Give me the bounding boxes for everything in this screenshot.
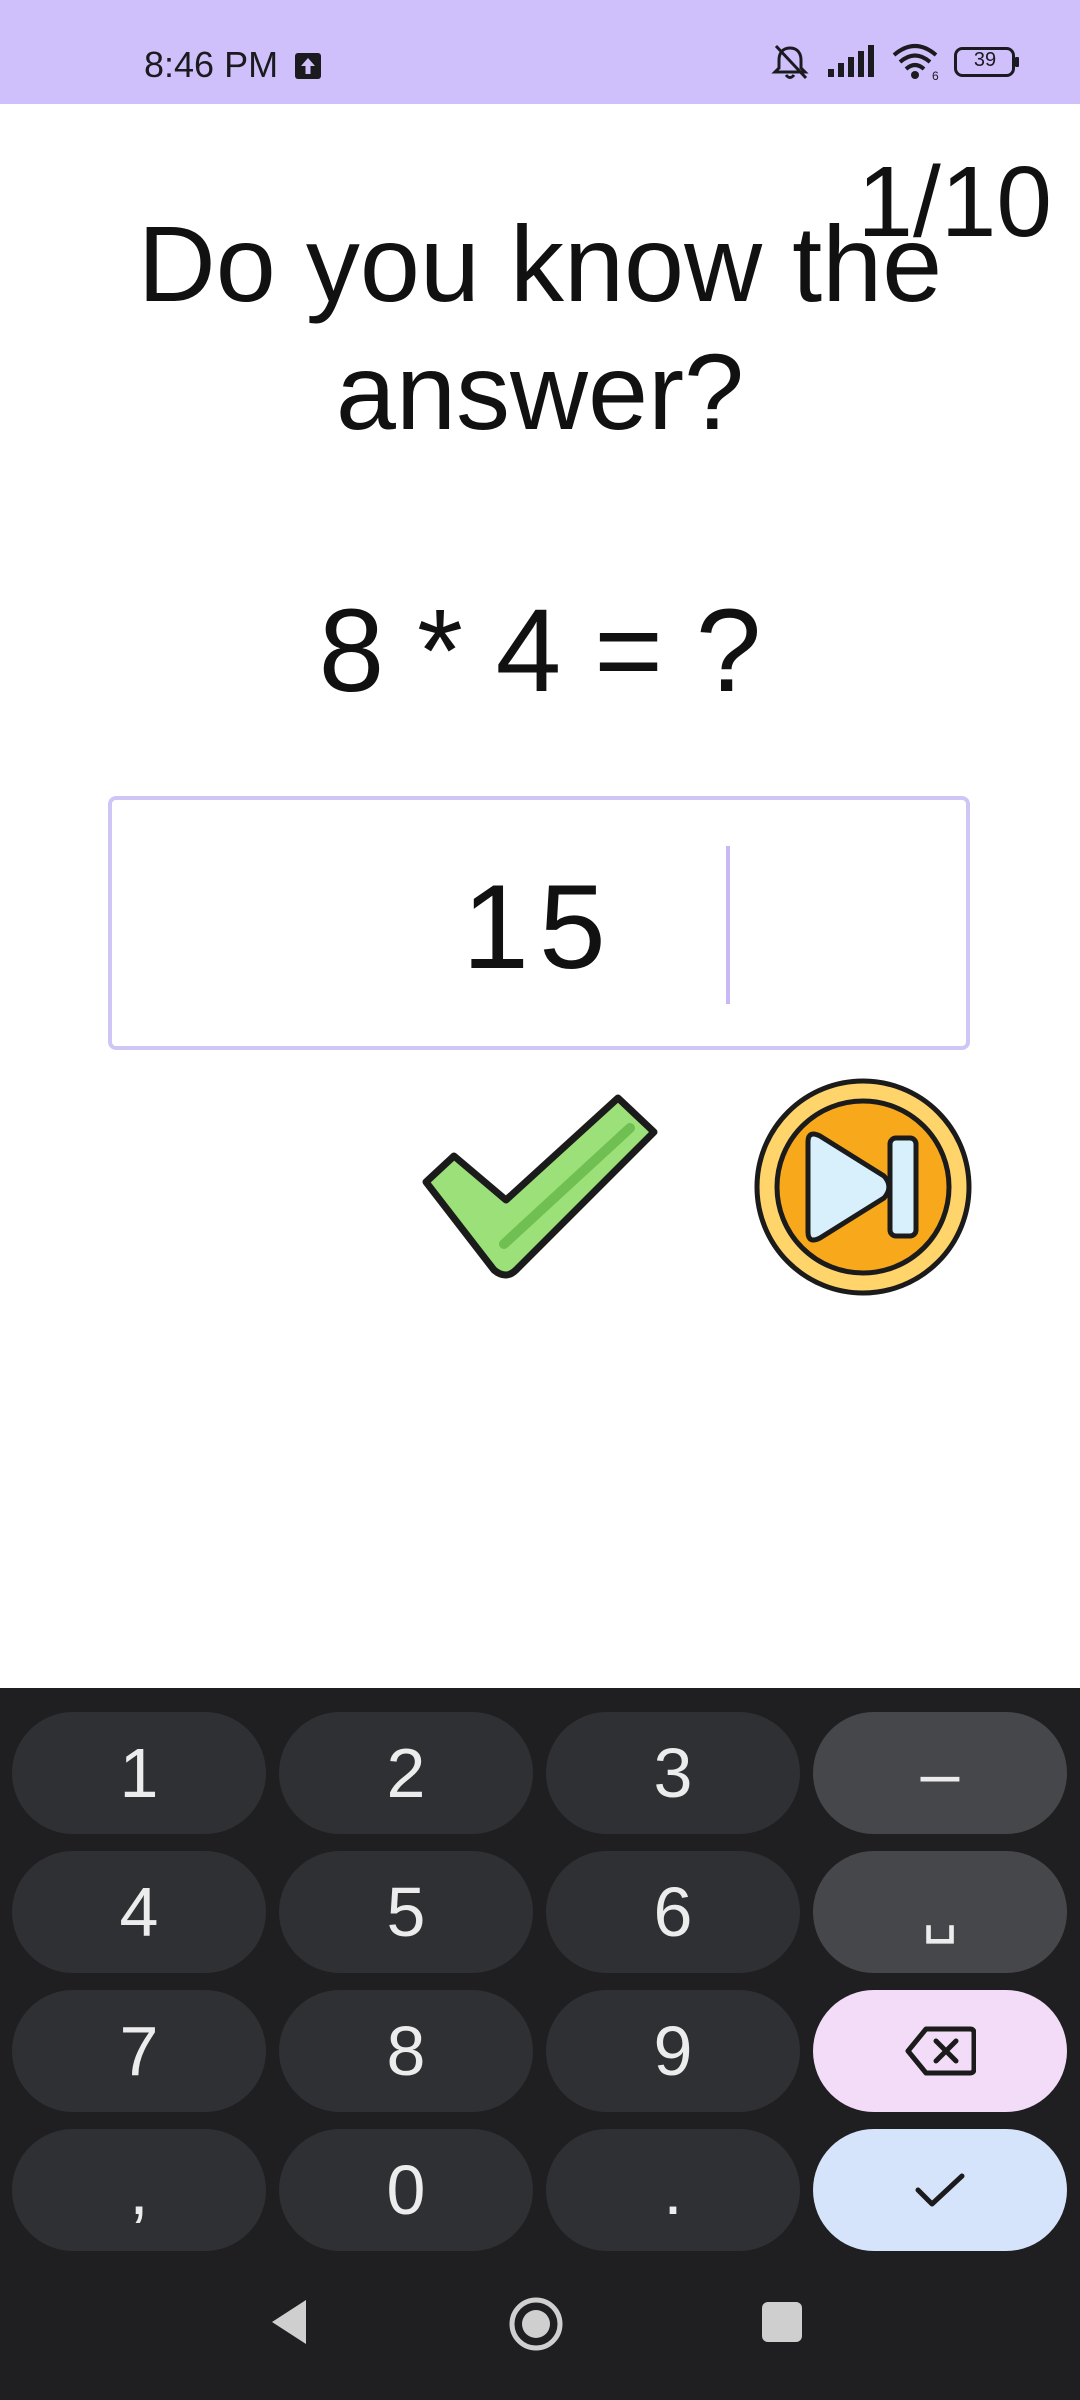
upload-icon xyxy=(295,53,321,79)
key-period[interactable]: . xyxy=(546,2129,800,2251)
key-9[interactable]: 9 xyxy=(546,1990,800,2112)
status-bar: 8:46 PM 6 39 xyxy=(0,0,1080,104)
key-4[interactable]: 4 xyxy=(12,1851,266,1973)
status-time: 8:46 PM xyxy=(144,44,279,85)
back-icon[interactable] xyxy=(266,2296,310,2348)
key-done[interactable] xyxy=(813,2129,1067,2251)
key-3[interactable]: 3 xyxy=(546,1712,800,1834)
home-icon[interactable] xyxy=(508,2296,564,2352)
recents-icon[interactable] xyxy=(760,2300,804,2344)
key-5[interactable]: 5 xyxy=(279,1851,533,1973)
key-comma[interactable]: , xyxy=(12,2129,266,2251)
skip-question-button[interactable] xyxy=(752,1076,974,1298)
muted-bell-icon xyxy=(771,44,809,80)
status-icons: 6 39 xyxy=(768,42,1020,82)
checkmark-icon xyxy=(915,2173,965,2207)
checkmark-icon xyxy=(422,1094,658,1279)
wifi-icon: 6 xyxy=(892,44,939,81)
key-0[interactable]: 0 xyxy=(279,2129,533,2251)
battery-icon: 39 xyxy=(954,47,1020,77)
key-2[interactable]: 2 xyxy=(279,1712,533,1834)
navigation-bar xyxy=(0,2256,1080,2400)
check-answer-button[interactable] xyxy=(420,1094,660,1284)
key-6[interactable]: 6 xyxy=(546,1851,800,1973)
key-minus[interactable]: – xyxy=(813,1712,1067,1834)
answer-input[interactable]: 15 xyxy=(108,796,970,1050)
battery-level: 39 xyxy=(973,49,997,71)
backspace-icon xyxy=(905,2026,976,2076)
page-title: Do you know the answer? xyxy=(137,203,943,452)
key-8[interactable]: 8 xyxy=(279,1990,533,2112)
text-cursor xyxy=(726,846,730,1004)
question-text: 8 * 4 = ? xyxy=(318,585,762,717)
key-backspace[interactable] xyxy=(813,1990,1067,2112)
svg-text:6: 6 xyxy=(932,69,939,81)
key-1[interactable]: 1 xyxy=(12,1712,266,1834)
key-space[interactable]: ␣ xyxy=(813,1851,1067,1973)
answer-value: 15 xyxy=(462,860,616,994)
key-7[interactable]: 7 xyxy=(12,1990,266,2112)
signal-icon xyxy=(828,45,874,77)
